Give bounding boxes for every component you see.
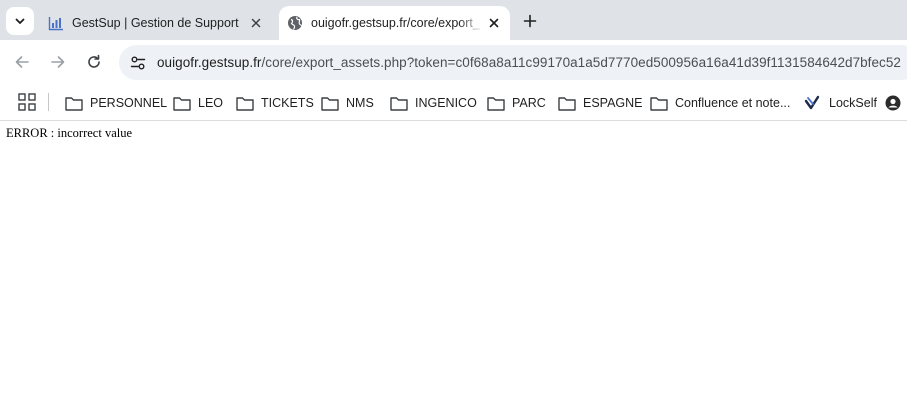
tab-export-assets[interactable]: ouigofr.gestsup.fr/core/export_: [279, 6, 510, 40]
bookmark-folder-nms[interactable]: NMS: [321, 91, 374, 115]
folder-icon: [236, 95, 254, 111]
bookmark-folder-leo[interactable]: LEO: [173, 91, 223, 115]
tab-gestsup[interactable]: GestSup | Gestion de Support: [40, 6, 272, 40]
bookmark-folder-tickets[interactable]: TICKETS: [236, 91, 314, 115]
url-text[interactable]: ouigofr.gestsup.fr/core/export_assets.ph…: [157, 55, 901, 70]
url-path: /core/export_assets.php?token=c0f68a8a11…: [261, 55, 901, 70]
address-bar[interactable]: ouigofr.gestsup.fr/core/export_assets.ph…: [119, 45, 907, 80]
new-tab-button[interactable]: [517, 8, 543, 34]
back-button[interactable]: [8, 48, 36, 76]
tab-strip: GestSup | Gestion de Support ouigofr.ges…: [0, 0, 907, 40]
error-message: ERROR : incorrect value: [6, 126, 133, 140]
bookmark-label: ESPAGNE: [583, 96, 643, 110]
bookmark-label: LockSelf: [829, 96, 877, 110]
bookmarks-bar: PERSONNEL LEO TICKETS NMS INGENICO PARC …: [0, 85, 907, 121]
bookmark-folder-parc[interactable]: PARC: [487, 91, 546, 115]
bookmark-label: PERSONNEL: [90, 96, 168, 110]
bookmark-folder-espagne[interactable]: ESPAGNE: [558, 91, 643, 115]
tab-search-button[interactable]: [6, 7, 34, 35]
bookmark-folder-ingenico[interactable]: INGENICO: [390, 91, 477, 115]
apps-grid-icon[interactable]: [18, 93, 36, 111]
bookmark-lockself[interactable]: LockSelf: [804, 91, 877, 115]
folder-icon: [390, 95, 408, 111]
tab-title: GestSup | Gestion de Support: [72, 16, 239, 30]
bookmark-folder-confluence[interactable]: Confluence et note...: [650, 91, 790, 115]
forward-button[interactable]: [44, 48, 72, 76]
reload-button[interactable]: [80, 48, 108, 76]
folder-icon: [558, 95, 576, 111]
arrow-left-icon: [15, 56, 29, 68]
reload-icon: [88, 54, 100, 68]
bookmark-folder-personnel[interactable]: PERSONNEL: [65, 91, 167, 115]
chevron-down-icon: [15, 18, 25, 24]
page-content: ERROR : incorrect value: [0, 121, 907, 400]
bookmark-label: Confluence et note...: [675, 96, 791, 110]
bar-chart-icon: [48, 15, 64, 31]
lockself-icon: [804, 95, 822, 111]
folder-icon: [487, 95, 505, 111]
bookmarks-divider: [48, 93, 49, 111]
bookmark-label: LEO: [198, 96, 224, 110]
plus-icon: [523, 14, 537, 28]
bookmark-overflow-favicon[interactable]: [885, 91, 907, 115]
arrow-right-icon: [51, 56, 65, 68]
bookmark-label: NMS: [346, 96, 374, 110]
folder-icon: [321, 95, 339, 111]
bookmark-label: PARC: [512, 96, 546, 110]
toolbar: ouigofr.gestsup.fr/core/export_assets.ph…: [0, 40, 907, 85]
profile-circle-icon: [885, 95, 903, 111]
globe-icon: [287, 15, 303, 31]
folder-icon: [173, 95, 191, 111]
close-icon[interactable]: [246, 13, 266, 33]
site-info-icon[interactable]: [123, 48, 153, 78]
folder-icon: [65, 95, 83, 111]
bookmark-label: TICKETS: [261, 96, 314, 110]
tab-title: ouigofr.gestsup.fr/core/export_: [311, 16, 480, 30]
folder-icon: [650, 95, 668, 111]
close-icon[interactable]: [484, 13, 504, 33]
bookmark-label: INGENICO: [415, 96, 477, 110]
url-host: ouigofr.gestsup.fr: [157, 55, 262, 70]
